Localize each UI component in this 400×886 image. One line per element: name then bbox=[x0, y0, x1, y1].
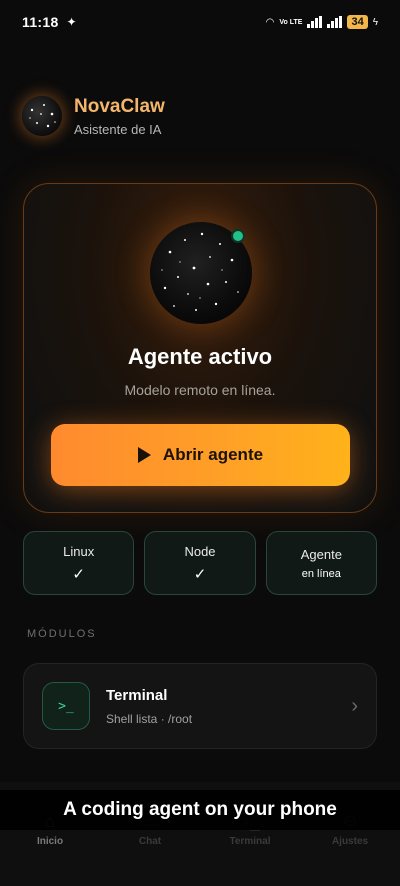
agent-status-card: Agente activo Modelo remoto en línea. Ab… bbox=[23, 183, 377, 513]
nav-label: Chat bbox=[138, 836, 162, 847]
status-tiles: Linux ✓ Node ✓ Agente en línea bbox=[23, 531, 377, 595]
module-terminal[interactable]: >_ Terminal Shell lista · /root › bbox=[23, 663, 377, 749]
avatar bbox=[22, 96, 62, 136]
tile-label: Agente bbox=[300, 546, 342, 562]
nav-label: Inicio bbox=[36, 836, 64, 847]
nav-label: Ajustes bbox=[331, 836, 369, 847]
online-status-dot bbox=[231, 229, 245, 243]
open-agent-label: Abrir agente bbox=[162, 445, 264, 464]
app-subtitle: Asistente de IA bbox=[74, 121, 162, 137]
tile-linux: Linux ✓ bbox=[23, 531, 135, 595]
terminal-icon: >_ bbox=[42, 682, 90, 730]
nav-label: Terminal bbox=[229, 836, 271, 847]
tile-label: Node bbox=[184, 543, 216, 559]
charging-icon: ϟ bbox=[372, 16, 378, 28]
tile-value: en línea bbox=[301, 567, 341, 580]
starfield-small bbox=[29, 104, 56, 128]
wifi-icon: ◠ bbox=[265, 16, 275, 28]
chevron-right-icon: › bbox=[351, 694, 358, 717]
status-time: 11:18 bbox=[22, 14, 59, 30]
play-icon bbox=[137, 447, 151, 463]
app-header: NovaClaw Asistente de IA bbox=[22, 86, 378, 146]
battery-level: 34 bbox=[347, 15, 368, 29]
status-bar: 11:18 ✦ ◠ Vo LTE 34 ϟ bbox=[0, 0, 400, 44]
signal-icon-2 bbox=[327, 16, 343, 28]
sparkle-icon: ✦ bbox=[66, 15, 77, 29]
status-indicators: ◠ Vo LTE 34 ϟ bbox=[266, 15, 378, 29]
network-type: Vo LTE bbox=[279, 18, 303, 26]
check-icon: ✓ bbox=[193, 565, 207, 583]
agent-status-subtitle: Modelo remoto en línea. bbox=[124, 382, 276, 398]
signal-icon bbox=[307, 16, 323, 28]
caption-overlay: A coding agent on your phone bbox=[0, 790, 400, 830]
tile-agent: Agente en línea bbox=[265, 531, 377, 595]
open-agent-button[interactable]: Abrir agente bbox=[51, 424, 350, 486]
check-icon: ✓ bbox=[72, 565, 85, 583]
agent-status-title: Agente activo bbox=[127, 344, 273, 369]
module-subtitle: Shell lista · /root bbox=[106, 711, 193, 726]
module-title: Terminal bbox=[106, 686, 168, 704]
section-label-modules: MÓDULOS bbox=[27, 628, 97, 640]
app-title: NovaClaw bbox=[74, 95, 165, 117]
tile-node: Node ✓ bbox=[144, 531, 256, 595]
tile-label: Linux bbox=[63, 543, 95, 559]
